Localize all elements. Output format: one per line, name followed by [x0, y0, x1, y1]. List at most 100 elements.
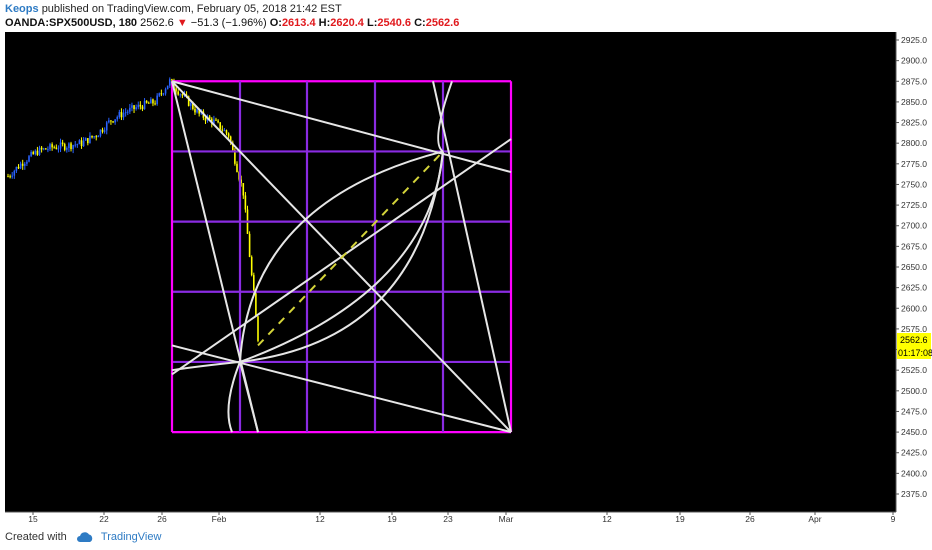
tradingview-cloud-icon	[76, 531, 93, 542]
candle-body	[114, 119, 116, 123]
candle-body	[57, 148, 60, 150]
candle-body	[15, 166, 18, 171]
time-tick-label: 26	[157, 514, 167, 524]
tradingview-brand[interactable]: TradingView	[101, 531, 162, 543]
candle-body	[175, 88, 177, 92]
candle-body	[110, 120, 112, 122]
candle-body	[118, 112, 121, 118]
candle-body	[242, 183, 245, 196]
price-tick-label: 2475.0	[901, 406, 927, 416]
candle-body	[236, 163, 238, 173]
candle-body	[72, 145, 74, 150]
candle-body	[255, 293, 257, 317]
candle-body	[34, 150, 37, 155]
candle-body	[194, 109, 196, 113]
candle-body	[63, 144, 66, 150]
price-tick-label: 2500.0	[901, 386, 927, 396]
candle-body	[166, 85, 169, 90]
candle-body	[223, 130, 226, 132]
price-tick-label: 2775.0	[901, 159, 927, 169]
candle-body	[250, 256, 253, 276]
time-axis: 15 22 26 Feb 12 19 23 Mar 12 19 26 Apr 9	[28, 512, 896, 524]
time-tick-label: 9	[891, 514, 896, 524]
candle-body	[42, 148, 45, 150]
candle-body	[145, 100, 148, 103]
candle-body	[59, 142, 62, 149]
candle-body	[215, 119, 217, 121]
candle-body	[164, 89, 167, 94]
time-tick-label: Mar	[499, 514, 514, 524]
time-tick-label: 26	[745, 514, 755, 524]
created-with-label: Created with	[5, 531, 67, 543]
candle-body	[152, 99, 154, 104]
candle-body	[7, 176, 9, 178]
candle-body	[21, 163, 24, 166]
time-tick-label: 23	[443, 514, 453, 524]
candle-body	[99, 129, 102, 136]
candle-body	[97, 135, 100, 138]
time-tick-label: 12	[602, 514, 612, 524]
candle-body	[112, 121, 114, 123]
candle-body	[45, 148, 47, 150]
candle-body	[133, 105, 135, 110]
candle-body	[126, 111, 129, 113]
candle-body	[227, 133, 230, 137]
time-tick-label: 19	[387, 514, 397, 524]
price-tick-label: 2900.0	[901, 56, 927, 66]
candle-body	[120, 112, 123, 118]
candle-body	[105, 122, 108, 131]
candle-body	[78, 140, 81, 145]
price-tick-label: 2525.0	[901, 365, 927, 375]
candle-body	[40, 147, 43, 150]
candle-body	[61, 142, 64, 145]
price-tick-label: 2650.0	[901, 262, 927, 272]
candle-body	[137, 104, 140, 108]
candle-body	[168, 79, 171, 86]
candle-body	[49, 144, 51, 150]
time-tick-label: 12	[315, 514, 325, 524]
candle-body	[19, 163, 22, 169]
time-tick-label: 22	[99, 514, 109, 524]
candle-body	[84, 138, 87, 141]
price-axis: 2925.0 2900.0 2875.0 2850.0 2825.0 2800.0 2775…	[896, 35, 927, 499]
candle-body	[244, 195, 247, 210]
candle-body	[17, 166, 20, 169]
candle-body	[189, 103, 192, 106]
candle-body	[87, 138, 89, 144]
price-tick-label: 2875.0	[901, 76, 927, 86]
candle-body	[28, 156, 30, 162]
candle-body	[93, 136, 95, 138]
candle-body	[76, 144, 79, 146]
candle-body	[219, 122, 221, 130]
time-tick-label: 15	[28, 514, 38, 524]
price-tick-label: 2725.0	[901, 200, 927, 210]
candle-body	[154, 103, 156, 105]
price-tick-label: 2625.0	[901, 283, 927, 293]
price-tick-label: 2925.0	[901, 35, 927, 45]
candle-body	[257, 316, 259, 341]
candle-body	[158, 93, 161, 96]
candle-body	[82, 140, 85, 147]
candle-body	[30, 152, 32, 157]
candle-body	[13, 170, 16, 176]
candle-body	[141, 106, 144, 110]
price-tick-label: 2450.0	[901, 427, 927, 437]
price-label: 2562.6	[900, 335, 928, 345]
candle-body	[38, 147, 41, 155]
chart-svg[interactable]: 2925.0 2900.0 2875.0 2850.0 2825.0 2800.0 2775…	[0, 0, 932, 550]
candle-body	[68, 143, 70, 149]
candle-body	[204, 117, 207, 121]
candle-body	[248, 233, 251, 257]
price-tick-label: 2575.0	[901, 324, 927, 334]
footer: Created with TradingView	[5, 531, 161, 543]
candle-body	[124, 112, 127, 114]
candle-body	[91, 135, 93, 138]
candle-body	[179, 94, 182, 96]
candle-body	[11, 175, 14, 177]
price-tick-label: 2850.0	[901, 97, 927, 107]
candle-body	[24, 163, 26, 166]
candle-body	[103, 130, 106, 132]
candle-body	[80, 140, 83, 147]
candle-body	[36, 150, 39, 155]
candle-body	[129, 107, 131, 112]
